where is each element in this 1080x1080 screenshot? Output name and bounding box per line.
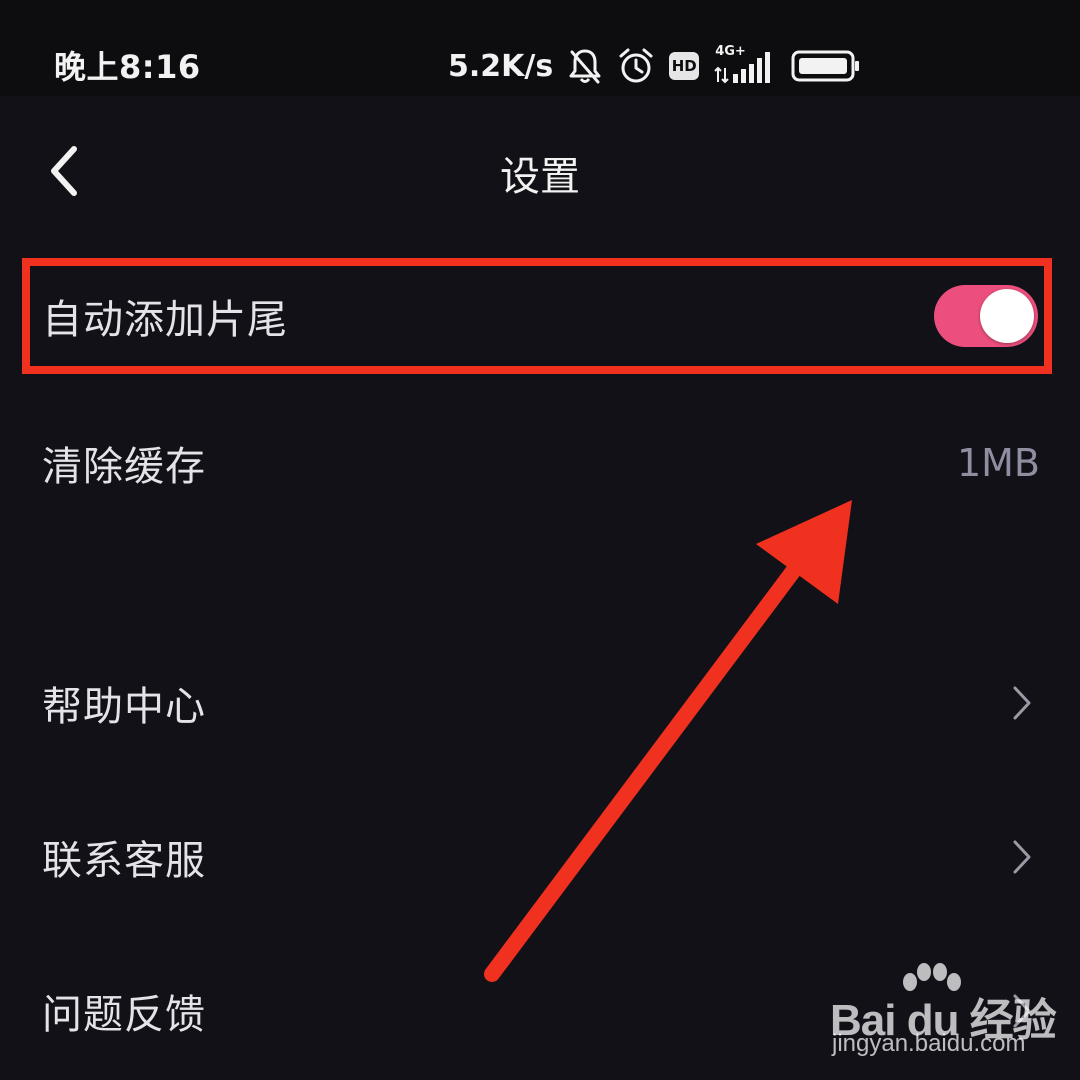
cache-size-value: 1MB [956, 441, 1040, 485]
network-speed: 5.2K/s [448, 48, 554, 84]
status-bar: 晚上8:16 5.2K/s HD 4G+ [0, 0, 1080, 96]
auto-tail-label: 自动添加片尾 [42, 297, 288, 343]
header: 设置 [0, 110, 1080, 230]
setting-row-feedback[interactable]: 问题反馈 [0, 956, 1080, 1066]
feedback-label: 问题反馈 [42, 992, 206, 1038]
toggle-knob [980, 289, 1034, 343]
setting-row-clear-cache[interactable]: 清除缓存 1MB [0, 408, 1080, 518]
clear-cache-label: 清除缓存 [42, 444, 206, 490]
alarm-clock-icon [617, 46, 655, 86]
setting-row-auto-tail: 自动添加片尾 [0, 258, 1080, 374]
status-time: 晚上8:16 [54, 48, 201, 86]
mute-bell-icon [567, 46, 603, 86]
signal-icon: 4G+ [713, 44, 777, 86]
chevron-right-icon [1013, 994, 1031, 1028]
battery-icon [791, 48, 861, 84]
contact-support-label: 联系客服 [42, 838, 206, 884]
chevron-right-icon [1013, 686, 1031, 720]
settings-screen: 晚上8:16 5.2K/s HD 4G+ 设置 自动添加片尾 清除缓存 1MB … [0, 0, 1080, 1080]
help-center-label: 帮助中心 [42, 684, 206, 730]
setting-row-contact-support[interactable]: 联系客服 [0, 802, 1080, 912]
chevron-right-icon [1013, 840, 1031, 874]
page-title: 设置 [500, 154, 580, 200]
status-indicators: 5.2K/s HD 4G+ [448, 38, 861, 94]
auto-tail-toggle[interactable] [934, 285, 1038, 347]
hd-icon: HD [669, 52, 700, 80]
setting-row-help-center[interactable]: 帮助中心 [0, 648, 1080, 758]
